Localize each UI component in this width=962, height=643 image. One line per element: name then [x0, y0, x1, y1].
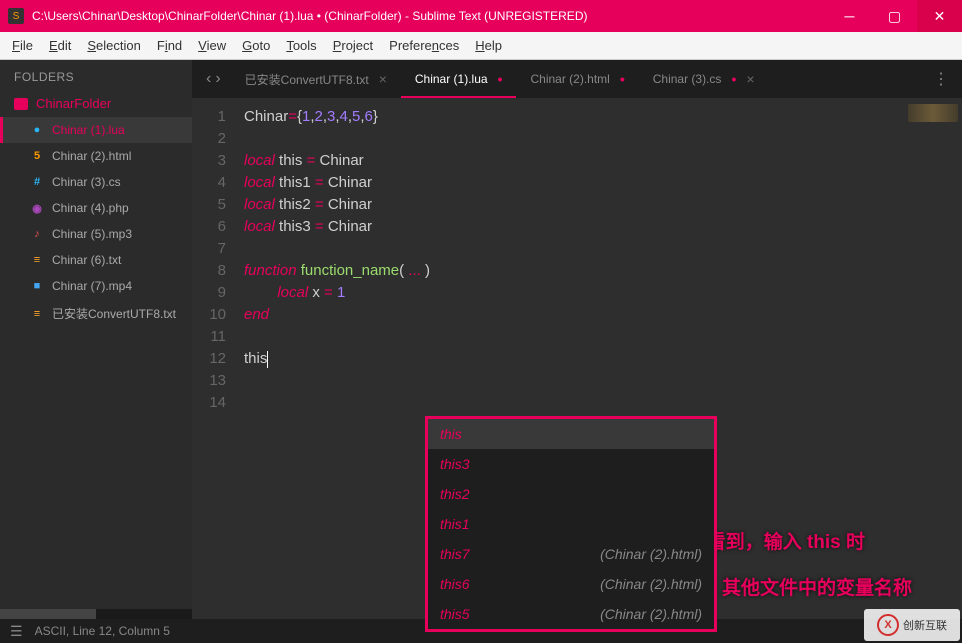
sidebar: FOLDERS ChinarFolder ● Chinar (1).lua 5 Chi… [0, 60, 192, 619]
file-tree-item[interactable]: ♪ Chinar (5).mp3 [0, 221, 192, 247]
autocomplete-item[interactable]: this6 (Chinar (2).html) [428, 569, 714, 599]
tab-close-icon[interactable]: × [746, 71, 754, 87]
window-title: C:\Users\Chinar\Desktop\ChinarFolder\Chi… [32, 9, 587, 23]
app-icon: S [8, 8, 24, 24]
watermark-logo-icon: X [877, 614, 899, 636]
ac-text: this3 [440, 456, 470, 472]
minimap[interactable] [908, 104, 958, 122]
folder-icon [14, 98, 28, 110]
tab-nav-forward[interactable]: › [215, 70, 220, 88]
ac-text: this1 [440, 516, 470, 532]
file-name: Chinar (5).mp3 [52, 227, 132, 241]
file-tree-item[interactable]: ◉ Chinar (4).php [0, 195, 192, 221]
menu-goto[interactable]: Goto [234, 38, 278, 53]
close-button[interactable]: ✕ [917, 0, 962, 32]
menu-view[interactable]: View [190, 38, 234, 53]
menu-preferences[interactable]: Preferences [381, 38, 467, 53]
ac-text: this6 [440, 576, 470, 592]
file-tree-item[interactable]: # Chinar (3).cs [0, 169, 192, 195]
autocomplete-item[interactable]: this1 [428, 509, 714, 539]
tab-overflow-button[interactable]: ⋮ [921, 69, 962, 89]
file-type-icon: # [30, 176, 44, 188]
ac-hint: (Chinar (2).html) [600, 576, 702, 592]
ac-text: this7 [440, 546, 470, 562]
tab-dirty-indicator: • [731, 71, 736, 87]
file-name: Chinar (2).html [52, 149, 131, 163]
autocomplete-item[interactable]: this5 (Chinar (2).html) [428, 599, 714, 629]
menu-find[interactable]: Find [149, 38, 190, 53]
tab-bar: ‹ › 已安装ConvertUTF8.txt×Chinar (1).lua•Ch… [192, 60, 962, 98]
tab-dirty-indicator: • [498, 71, 503, 87]
autocomplete-item[interactable]: this [428, 419, 714, 449]
file-type-icon: ≡ [30, 254, 44, 266]
ac-text: this [440, 426, 462, 442]
menu-project[interactable]: Project [325, 38, 381, 53]
menu-selection[interactable]: Selection [79, 38, 148, 53]
tab-label: Chinar (1).lua [415, 72, 488, 86]
minimize-button[interactable]: ─ [827, 0, 872, 32]
file-name: Chinar (1).lua [52, 123, 125, 137]
file-type-icon: ■ [30, 280, 44, 292]
watermark-text: 创新互联 [903, 617, 947, 633]
status-text[interactable]: ASCII, Line 12, Column 5 [35, 624, 170, 638]
maximize-button[interactable]: ▢ [872, 0, 917, 32]
file-tree-item[interactable]: ● Chinar (1).lua [0, 117, 192, 143]
file-tree-item[interactable]: ■ Chinar (7).mp4 [0, 273, 192, 299]
tab-label: Chinar (2).html [530, 72, 609, 86]
ac-hint: (Chinar (2).html) [600, 606, 702, 622]
autocomplete-item[interactable]: this3 [428, 449, 714, 479]
editor-tab[interactable]: Chinar (2).html • [516, 60, 638, 98]
editor-area: ‹ › 已安装ConvertUTF8.txt×Chinar (1).lua•Ch… [192, 60, 962, 619]
file-name: Chinar (3).cs [52, 175, 121, 189]
menu-tools[interactable]: Tools [278, 38, 324, 53]
tab-dirty-indicator: • [620, 71, 625, 87]
folder-label: ChinarFolder [36, 96, 111, 111]
file-name: Chinar (7).mp4 [52, 279, 132, 293]
sidebar-scrollbar[interactable] [0, 609, 192, 619]
file-type-icon: ◉ [30, 202, 44, 215]
menu-edit[interactable]: Edit [41, 38, 79, 53]
watermark: X 创新互联 [864, 609, 960, 641]
file-type-icon: ♪ [30, 228, 44, 240]
file-type-icon: ● [30, 124, 44, 136]
title-bar: S C:\Users\Chinar\Desktop\ChinarFolder\C… [0, 0, 962, 32]
tab-nav-back[interactable]: ‹ [206, 70, 211, 88]
menu-file[interactable]: File [4, 38, 41, 53]
tab-close-icon[interactable]: × [379, 71, 387, 87]
file-tree-item[interactable]: 5 Chinar (2).html [0, 143, 192, 169]
statusbar-menu-icon[interactable]: ☰ [10, 623, 23, 640]
editor-tab[interactable]: Chinar (1).lua • [401, 60, 517, 98]
file-tree-item[interactable]: ≡ Chinar (6).txt [0, 247, 192, 273]
tab-label: 已安装ConvertUTF8.txt [245, 71, 369, 88]
tree-folder[interactable]: ChinarFolder [0, 90, 192, 117]
file-type-icon: 5 [30, 150, 44, 162]
ac-text: this5 [440, 606, 470, 622]
file-name: Chinar (6).txt [52, 253, 121, 267]
menu-bar: File Edit Selection Find View Goto Tools… [0, 32, 962, 60]
menu-help[interactable]: Help [467, 38, 510, 53]
editor-tab[interactable]: 已安装ConvertUTF8.txt × [231, 60, 401, 98]
autocomplete-item[interactable]: this2 [428, 479, 714, 509]
file-tree-item[interactable]: ≡ 已安装ConvertUTF8.txt [0, 299, 192, 328]
editor-tab[interactable]: Chinar (3).cs • × [639, 60, 769, 98]
ac-hint: (Chinar (2).html) [600, 546, 702, 562]
autocomplete-popup[interactable]: this this3 this2 this1 this7 (Chinar (2).html… [425, 416, 717, 632]
sidebar-header: FOLDERS [0, 60, 192, 90]
file-type-icon: ≡ [30, 308, 44, 320]
ac-text: this2 [440, 486, 470, 502]
file-name: Chinar (4).php [52, 201, 129, 215]
line-gutter: 1234567891011121314 [192, 98, 236, 619]
autocomplete-item[interactable]: this7 (Chinar (2).html) [428, 539, 714, 569]
tab-label: Chinar (3).cs [653, 72, 722, 86]
file-name: 已安装ConvertUTF8.txt [52, 305, 176, 322]
